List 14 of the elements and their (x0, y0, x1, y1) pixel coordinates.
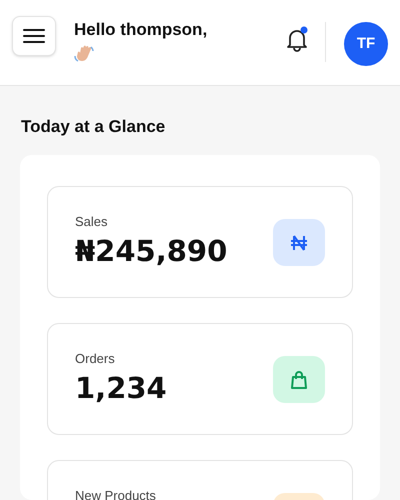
stat-label: Orders (75, 351, 116, 367)
shopping-bag-icon (289, 370, 309, 390)
greeting-text: Hello thompson, (74, 19, 208, 41)
section-title: Today at a Glance (21, 116, 166, 138)
stat-label: New Products (75, 488, 156, 500)
menu-icon (23, 28, 45, 44)
waving-hand-icon (74, 45, 96, 63)
notification-bell-icon[interactable] (285, 26, 309, 52)
menu-button[interactable] (12, 16, 56, 56)
user-avatar[interactable]: TF (344, 22, 388, 66)
stat-label: Sales (75, 214, 109, 230)
stat-value: ₦245,890 (75, 234, 228, 268)
naira-icon (289, 232, 309, 252)
stat-value: 1,234 (75, 371, 167, 405)
